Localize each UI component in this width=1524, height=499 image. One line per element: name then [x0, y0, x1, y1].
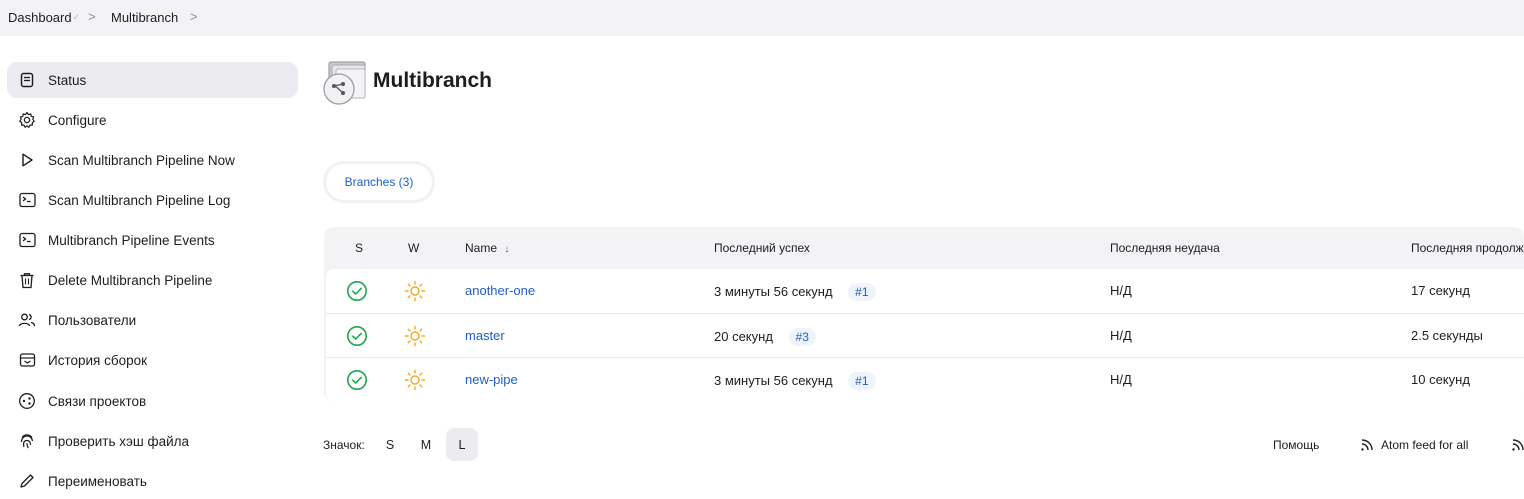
breadcrumb-dashboard[interactable]: Dashboard ✓ — [8, 10, 80, 25]
rss-icon — [1360, 438, 1374, 452]
sidebar-item-configure[interactable]: Configure — [7, 102, 298, 138]
table-header: S W Name ↓ Последний успех Последняя неу… — [324, 227, 1524, 268]
header-last-failure[interactable]: Последняя неудача — [1110, 241, 1220, 255]
last-success-cell: 20 секунд #3 — [714, 328, 816, 346]
build-number-link[interactable]: #1 — [848, 283, 876, 301]
project-relations-icon — [18, 392, 36, 410]
sidebar-item-status[interactable]: Status — [7, 62, 298, 98]
fingerprint-icon — [18, 432, 36, 450]
icon-size-m-button[interactable]: M — [410, 428, 442, 461]
multibranch-folder-icon — [322, 60, 368, 106]
terminal-icon — [18, 191, 36, 209]
tab-branches[interactable]: Branches (3) — [326, 164, 432, 200]
build-history-icon — [18, 351, 36, 369]
last-duration-cell: 17 секунд — [1411, 283, 1470, 298]
header-status[interactable]: S — [355, 241, 363, 255]
success-status-icon[interactable] — [346, 369, 368, 391]
sidebar-item-label: Configure — [48, 112, 107, 128]
branch-name-link[interactable]: another-one — [465, 283, 535, 298]
last-duration-cell: 10 секунд — [1411, 372, 1470, 387]
sidebar-item-label: Проверить хэш файла — [48, 433, 190, 449]
atom-feed-all-link[interactable]: Atom feed for all — [1360, 438, 1468, 452]
header-last-duration[interactable]: Последняя продолж — [1411, 241, 1524, 255]
rss-icon — [1511, 438, 1524, 452]
last-success-text: 3 минуты 56 секунд — [714, 373, 833, 388]
sidebar-item-fingerprint[interactable]: Проверить хэш файла — [7, 423, 298, 459]
build-number-link[interactable]: #3 — [788, 328, 816, 346]
sidebar-item-delete[interactable]: Delete Multibranch Pipeline — [7, 262, 298, 298]
users-icon — [18, 311, 36, 329]
sidebar-item-label: Multibranch Pipeline Events — [48, 232, 215, 248]
last-failure-cell: Н/Д — [1110, 283, 1132, 298]
sidebar-item-label: Связи проектов — [48, 393, 147, 409]
sidebar-item-project-relations[interactable]: Связи проектов — [7, 383, 298, 419]
breadcrumb-separator: > — [88, 9, 96, 24]
table-row: new-pipe 3 минуты 56 секунд #1 Н/Д 10 се… — [326, 358, 1524, 402]
sidebar-item-scan-now[interactable]: Scan Multibranch Pipeline Now — [7, 142, 298, 178]
sidebar: Status Configure Scan Multibranch Pipeli… — [0, 36, 310, 489]
breadcrumb-dropdown-icon[interactable]: ✓ — [73, 12, 81, 23]
sidebar-item-users[interactable]: Пользователи — [7, 302, 298, 338]
branch-name-link[interactable]: new-pipe — [465, 372, 518, 387]
atom-feed-failures-link[interactable] — [1511, 438, 1524, 452]
sidebar-item-label: Переименовать — [48, 473, 147, 489]
sidebar-item-label: Scan Multibranch Pipeline Now — [48, 152, 235, 168]
success-status-icon[interactable] — [346, 325, 368, 347]
gear-icon — [18, 111, 36, 129]
icon-size-label: Значок: — [323, 438, 365, 452]
last-success-cell: 3 минуты 56 секунд #1 — [714, 372, 876, 390]
sunny-weather-icon — [404, 280, 426, 302]
header-name[interactable]: Name ↓ — [465, 241, 509, 255]
branch-name-link[interactable]: master — [465, 328, 505, 343]
table-row: another-one 3 минуты 56 секунд #1 Н/Д 17… — [326, 269, 1524, 313]
last-success-text: 3 минуты 56 секунд — [714, 284, 833, 299]
sort-arrow-icon: ↓ — [504, 244, 510, 255]
table-row: master 20 секунд #3 Н/Д 2.5 секунды — [326, 314, 1524, 358]
branches-table: S W Name ↓ Последний успех Последняя неу… — [324, 227, 1524, 402]
last-failure-cell: Н/Д — [1110, 372, 1132, 387]
success-status-icon[interactable] — [346, 280, 368, 302]
breadcrumb-multibranch-label[interactable]: Multibranch — [111, 10, 178, 25]
sidebar-item-label: Status — [48, 72, 87, 88]
icon-size-s-button[interactable]: S — [374, 428, 406, 461]
terminal-icon — [18, 231, 36, 249]
last-duration-cell: 2.5 секунды — [1411, 328, 1483, 343]
sidebar-item-pipeline-events[interactable]: Multibranch Pipeline Events — [7, 222, 298, 258]
page-title: Multibranch — [373, 69, 492, 92]
breadcrumb-multibranch[interactable]: Multibranch — [111, 10, 178, 25]
header-weather[interactable]: W — [408, 241, 419, 255]
last-success-text: 20 секунд — [714, 329, 773, 344]
sidebar-item-build-history[interactable]: История сборок — [7, 342, 298, 378]
last-failure-cell: Н/Д — [1110, 328, 1132, 343]
sidebar-item-scan-log[interactable]: Scan Multibranch Pipeline Log — [7, 182, 298, 218]
play-icon — [18, 151, 36, 169]
sunny-weather-icon — [404, 369, 426, 391]
document-icon — [18, 71, 36, 89]
help-link[interactable]: Помощь — [1273, 438, 1319, 452]
sidebar-item-rename[interactable]: Переименовать — [7, 463, 298, 499]
header-name-label[interactable]: Name — [465, 241, 497, 255]
tab-bar: Branches (3) — [323, 161, 435, 203]
pencil-icon — [18, 472, 36, 490]
sidebar-item-label: История сборок — [48, 352, 148, 368]
breadcrumb-separator: > — [190, 9, 198, 24]
atom-feed-all-label[interactable]: Atom feed for all — [1381, 438, 1468, 452]
header-last-success[interactable]: Последний успех — [714, 241, 810, 255]
sidebar-item-label: Delete Multibranch Pipeline — [48, 272, 213, 288]
breadcrumb-bar: Dashboard ✓ > Multibranch > — [0, 0, 1524, 36]
icon-size-l-button[interactable]: L — [446, 428, 478, 461]
sidebar-item-label: Пользователи — [48, 312, 137, 328]
last-success-cell: 3 минуты 56 секунд #1 — [714, 283, 876, 301]
build-number-link[interactable]: #1 — [848, 372, 876, 390]
sidebar-item-label: Scan Multibranch Pipeline Log — [48, 192, 231, 208]
trash-icon — [18, 271, 36, 289]
sunny-weather-icon — [404, 325, 426, 347]
breadcrumb-dashboard-label[interactable]: Dashboard — [8, 10, 72, 25]
